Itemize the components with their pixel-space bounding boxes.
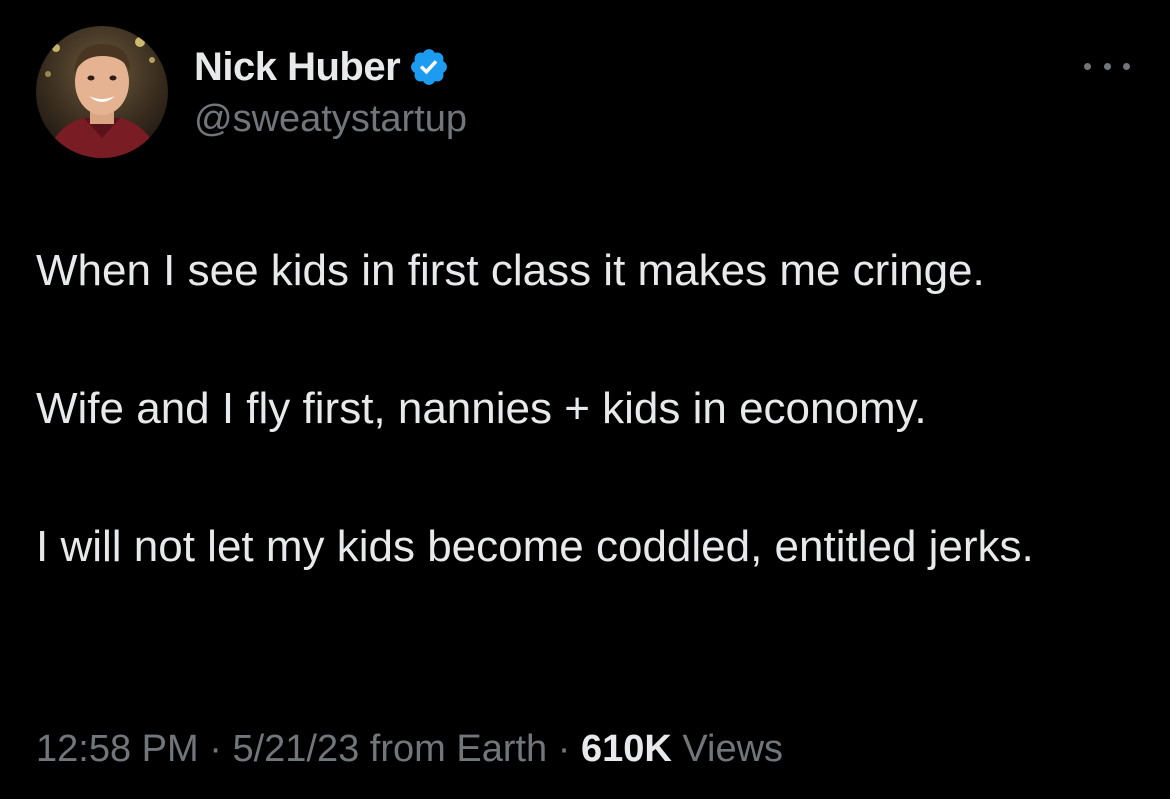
meta-separator: · — [547, 728, 581, 770]
user-handle[interactable]: @sweatystartup — [194, 98, 467, 141]
more-options-icon[interactable] — [1084, 56, 1130, 76]
avatar-image — [36, 26, 168, 158]
meta-separator: · — [198, 728, 233, 770]
avatar[interactable] — [36, 26, 168, 158]
name-row: Nick Huber — [194, 42, 467, 92]
tweet: Nick Huber @sweatystartup When I see kid… — [0, 0, 1170, 799]
display-name[interactable]: Nick Huber — [194, 45, 401, 90]
tweet-paragraph: When I see kids in first class it makes … — [36, 246, 985, 295]
more-dot — [1123, 62, 1130, 70]
tweet-time[interactable]: 12:58 PM — [36, 728, 199, 770]
tweet-metadata: 12:58 PM · 5/21/23 from Earth · 610K Vie… — [36, 728, 783, 771]
tweet-text: When I see kids in first class it makes … — [36, 238, 1136, 580]
tweet-paragraph: I will not let my kids become coddled, e… — [36, 522, 1034, 571]
more-dot — [1103, 62, 1111, 70]
more-dot — [1084, 62, 1091, 70]
tweet-date[interactable]: 5/21/23 — [232, 728, 359, 770]
tweet-paragraph: Wife and I fly first, nannies + kids in … — [36, 384, 927, 433]
views-count[interactable]: 610K — [581, 728, 672, 770]
verified-badge-icon — [408, 46, 450, 88]
views-label: Views — [671, 728, 784, 770]
tweet-source: from Earth — [359, 728, 548, 770]
author-info: Nick Huber @sweatystartup — [194, 42, 467, 141]
